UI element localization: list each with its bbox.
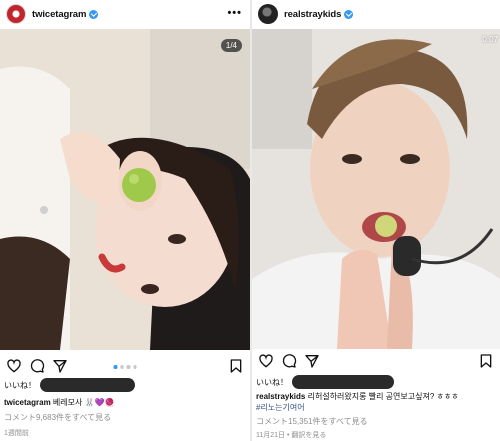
post-time: 1週間前 — [4, 430, 29, 437]
likes-label: いいね！ — [4, 380, 36, 390]
action-bar — [0, 358, 250, 378]
video-illustration — [252, 29, 500, 349]
date-row: 11月21日 • 翻訳を見る — [256, 432, 327, 439]
share-icon[interactable] — [304, 353, 320, 369]
post-header: realstraykids — [252, 0, 500, 28]
comments-link[interactable]: コメント9,683件をすべて見る — [4, 412, 246, 423]
post-header: twicetagram ••• — [0, 0, 250, 28]
comment-icon[interactable] — [29, 358, 45, 374]
comment-icon[interactable] — [281, 353, 297, 369]
post-date: 11月21日 — [256, 432, 286, 439]
video-time: 0:07 — [482, 35, 498, 44]
bookmark-icon[interactable] — [228, 358, 244, 374]
username[interactable]: realstraykids — [284, 9, 341, 20]
screenshot: twicetagram ••• 1/4 いいね！ twicetagram 베레모… — [0, 0, 500, 441]
caption-text: 베레모사 🐰💜🧶 — [52, 398, 115, 407]
post-twicetagram: twicetagram ••• 1/4 いいね！ twicetagram 베레모… — [0, 0, 250, 441]
caption-username[interactable]: realstraykids — [256, 392, 305, 401]
heart-icon[interactable] — [258, 353, 274, 369]
avatar[interactable] — [6, 4, 26, 24]
share-icon[interactable] — [52, 358, 68, 374]
carousel-dots — [113, 365, 137, 369]
likes-label: いいね！ — [256, 377, 288, 387]
action-bar — [252, 353, 500, 373]
verified-icon — [344, 9, 354, 19]
likes-row: いいね！ — [4, 378, 246, 392]
translate-link[interactable]: 翻訳を見る — [291, 432, 326, 439]
likes-row: いいね！ — [256, 375, 496, 389]
post-video[interactable]: 0:07 — [252, 29, 500, 349]
redacted-likes — [292, 375, 394, 389]
caption-hashtag[interactable]: #리노는기여어 — [256, 403, 305, 412]
post-realstraykids: realstraykids 0:07 いいね！ realstraykids 리허… — [252, 0, 500, 441]
carousel-counter: 1/4 — [220, 39, 242, 52]
username[interactable]: twicetagram — [32, 9, 86, 20]
redacted-likes — [40, 378, 135, 392]
comments-link[interactable]: コメント15,351件をすべて見る — [256, 416, 496, 427]
bookmark-icon[interactable] — [478, 353, 494, 369]
post-photo[interactable]: 1/4 — [0, 29, 250, 350]
more-icon[interactable]: ••• — [227, 7, 242, 19]
caption: realstraykids 리허설하러왔지롱 빨리 공연보고싶져? ㅎㅎㅎ #리… — [256, 391, 496, 413]
caption-username[interactable]: twicetagram — [4, 398, 51, 407]
verified-icon — [89, 9, 99, 19]
heart-icon[interactable] — [6, 358, 22, 374]
caption-text: 리허설하러왔지롱 빨리 공연보고싶져? ㅎㅎㅎ — [307, 392, 459, 401]
photo-illustration — [0, 29, 250, 350]
avatar[interactable] — [258, 4, 278, 24]
caption: twicetagram 베레모사 🐰💜🧶 — [4, 397, 246, 408]
